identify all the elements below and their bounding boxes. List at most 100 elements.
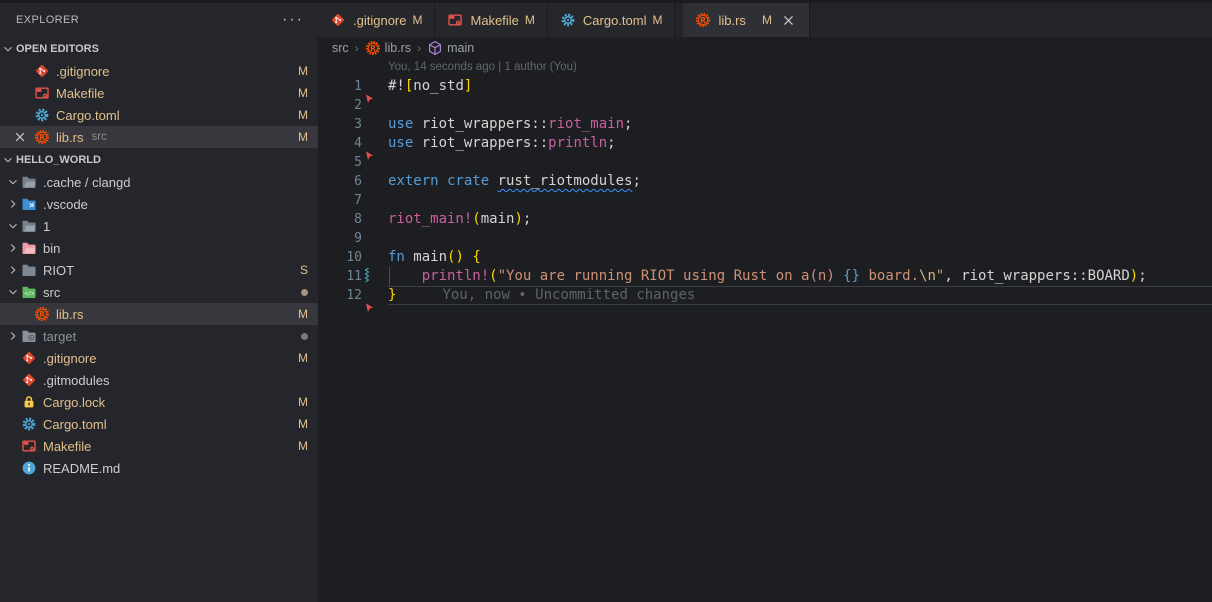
line-number[interactable]: 5 (318, 153, 362, 172)
code-token: println! (422, 268, 489, 284)
line-number[interactable]: 3 (318, 115, 362, 134)
line-content[interactable] (388, 96, 1212, 115)
code-line-6[interactable]: 6 extern crate rust_riotmodules; (318, 172, 1212, 191)
inline-blame: You, now • Uncommitted changes (442, 287, 695, 303)
code-token: ) (1130, 268, 1138, 284)
line-number[interactable]: 7 (318, 191, 362, 210)
breadcrumb-item-lib.rs[interactable]: Rlib.rs (365, 40, 411, 56)
code-line-1[interactable]: 1 #![no_std] (318, 77, 1212, 96)
folder-open-icon (21, 174, 37, 190)
tab-.gitignore[interactable]: .gitignoreM (318, 3, 435, 37)
open-editor-item-Makefile[interactable]: MakefileM (0, 82, 318, 104)
tree-item-1[interactable]: 1 (0, 215, 318, 237)
tree-item-RIOT[interactable]: RIOTS (0, 259, 318, 281)
tab-dirty-badge: M (525, 13, 535, 27)
code-token: ; (523, 211, 531, 227)
tab-lib.rs[interactable]: Rlib.rsM (683, 3, 809, 37)
code-line-11[interactable]: 11 println!("You are running RIOT using … (318, 267, 1212, 286)
line-content[interactable]: extern crate rust_riotmodules; (388, 172, 1212, 191)
file-label: RIOT (43, 263, 74, 278)
line-number[interactable]: 12 (318, 286, 362, 305)
close-icon[interactable] (12, 129, 28, 145)
line-number[interactable]: 9 (318, 229, 362, 248)
bin-folder-icon (21, 240, 37, 256)
tree-item-.cache-clangd[interactable]: .cache / clangd (0, 171, 318, 193)
line-number[interactable]: 6 (318, 172, 362, 191)
tree-item-bin[interactable]: bin (0, 237, 318, 259)
tree-item-Cargo.toml[interactable]: Cargo.tomlM (0, 413, 318, 435)
gear-icon (560, 12, 576, 28)
code-line-9[interactable]: 9 (318, 229, 1212, 248)
section-hello-world[interactable]: HELLO_WORLD (0, 148, 318, 171)
close-slot (12, 107, 28, 123)
code-editor[interactable]: 1 #![no_std]23 use riot_wrappers::riot_mai… (318, 77, 1212, 602)
code-line-2[interactable]: 2 (318, 96, 1212, 115)
svg-text:R: R (370, 44, 376, 53)
gutter-margin (362, 115, 388, 134)
svg-text:R: R (39, 310, 45, 319)
code-line-5[interactable]: 5 (318, 153, 1212, 172)
tree-item-src[interactable]: </>src (0, 281, 318, 303)
open-editor-item-Cargo.toml[interactable]: Cargo.tomlM (0, 104, 318, 126)
chevron-right-icon (5, 240, 21, 256)
file-label: .cache / clangd (43, 175, 130, 190)
code-line-8[interactable]: 8 riot_main!(main); (318, 210, 1212, 229)
code-line-3[interactable]: 3 use riot_wrappers::riot_main; (318, 115, 1212, 134)
code-token: riot_main (548, 116, 624, 132)
file-label: bin (43, 241, 60, 256)
tree-item-Makefile[interactable]: MakefileM (0, 435, 318, 457)
line-number[interactable]: 4 (318, 134, 362, 153)
red-arrow-icon (362, 134, 388, 153)
line-number[interactable]: 1 (318, 77, 362, 96)
tree-item-target[interactable]: target (0, 325, 318, 347)
line-content[interactable]: #![no_std] (388, 77, 1212, 96)
code-line-10[interactable]: 10 fn main() { (318, 248, 1212, 267)
line-content[interactable] (388, 229, 1212, 248)
code-line-7[interactable]: 7 (318, 191, 1212, 210)
tree-item-Cargo.lock[interactable]: Cargo.lockM (0, 391, 318, 413)
editor-area: .gitignoreMMakefileMCargo.tomlMRlib.rsM … (318, 3, 1212, 602)
line-content[interactable]: use riot_wrappers::println; (388, 134, 1212, 153)
open-editor-item-lib.rs[interactable]: Rlib.rssrcM (0, 126, 318, 148)
indent-guide (389, 267, 390, 286)
line-content[interactable]: riot_main!(main); (388, 210, 1212, 229)
svg-text:R: R (39, 133, 45, 142)
chevron-down-icon (5, 174, 21, 190)
line-number[interactable]: 8 (318, 210, 362, 229)
line-number[interactable]: 10 (318, 248, 362, 267)
line-number[interactable]: 2 (318, 96, 362, 115)
section-open-editors[interactable]: OPEN EDITORS (0, 37, 318, 60)
breadcrumb-item-main[interactable]: main (427, 40, 474, 56)
section-label: OPEN EDITORS (16, 43, 99, 55)
line-content[interactable] (388, 191, 1212, 210)
breadcrumb-item-src[interactable]: src (332, 41, 349, 55)
chevron-right-icon (5, 328, 21, 344)
line-number[interactable]: 11 (318, 267, 362, 286)
git-status-badge: M (298, 130, 308, 144)
file-label: .gitignore (43, 351, 96, 366)
line-content[interactable] (388, 153, 1212, 172)
tree-item-.gitignore[interactable]: .gitignoreM (0, 347, 318, 369)
tab-Makefile[interactable]: MakefileM (435, 3, 547, 37)
code-line-4[interactable]: 4 use riot_wrappers::println; (318, 134, 1212, 153)
line-content[interactable]: }You, now • Uncommitted changes (388, 286, 1212, 305)
breadcrumb-separator: › (355, 41, 359, 55)
code-token: extern crate (388, 173, 498, 189)
more-actions-icon[interactable]: ··· (282, 15, 304, 25)
close-icon[interactable] (780, 12, 797, 29)
git-icon (21, 372, 37, 388)
tree-item-.vscode[interactable]: .vscode (0, 193, 318, 215)
chevron-down-icon (5, 284, 21, 300)
code-line-12[interactable]: 12 }You, now • Uncommitted changes (318, 286, 1212, 305)
line-content[interactable]: use riot_wrappers::riot_main; (388, 115, 1212, 134)
chevron-down-icon (0, 41, 16, 57)
section-label: HELLO_WORLD (16, 154, 101, 166)
file-label: README.md (43, 461, 120, 476)
tree-item-lib.rs[interactable]: Rlib.rsM (0, 303, 318, 325)
open-editor-item-.gitignore[interactable]: .gitignoreM (0, 60, 318, 82)
line-content[interactable]: fn main() { (388, 248, 1212, 267)
tree-item-README.md[interactable]: README.md (0, 457, 318, 479)
tab-Cargo.toml[interactable]: Cargo.tomlM (548, 3, 676, 37)
line-content[interactable]: println!("You are running RIOT using Rus… (388, 267, 1212, 286)
tree-item-.gitmodules[interactable]: .gitmodules (0, 369, 318, 391)
